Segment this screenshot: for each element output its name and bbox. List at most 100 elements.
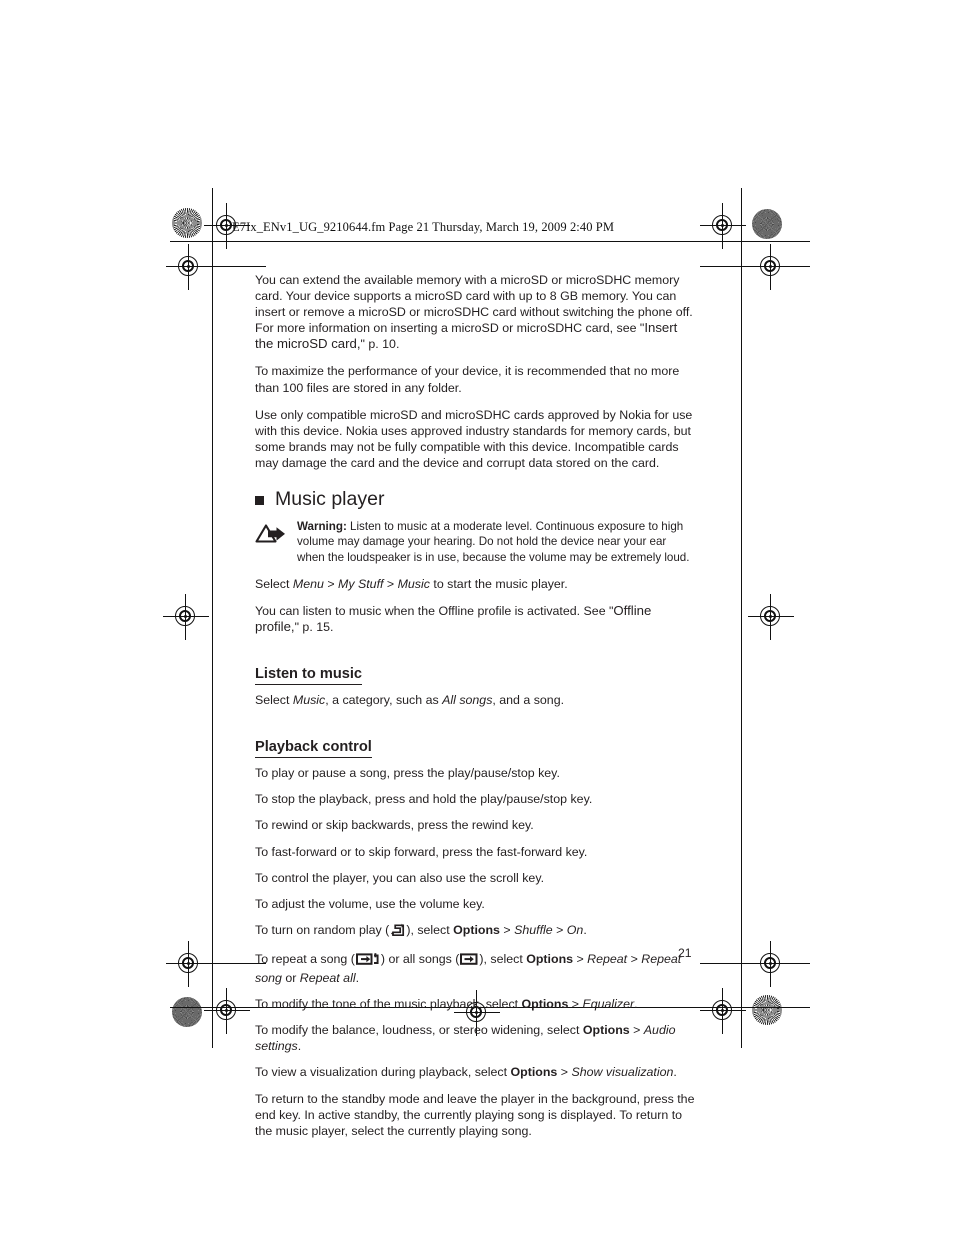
visualization-value: Show visualization (571, 1065, 674, 1080)
visualization-sep: > (557, 1065, 572, 1080)
equalizer-sep: > (568, 997, 583, 1012)
paragraph-show-visualization: To view a visualization during playback,… (255, 1064, 697, 1080)
audio-sep: > (629, 1023, 644, 1038)
paragraph-equalizer: To modify the tone of the music playback… (255, 996, 697, 1012)
shuffle-on-value: On (566, 922, 584, 937)
repeat-options: Options (526, 951, 574, 966)
listen-part-4: , and a song. (492, 693, 565, 708)
paragraph-repeat: To repeat a song ( ) or all songs ( ), sel… (255, 951, 697, 986)
listen-part-3: All songs (442, 693, 493, 708)
audio-text-a: To modify the balance, loudness, or ster… (255, 1023, 583, 1038)
select-prefix: Select (255, 576, 293, 591)
repeat-or: or (281, 971, 300, 986)
equalizer-value: Equalizer (582, 997, 635, 1012)
path-sep-1: > (323, 576, 339, 591)
path-sep-2: > (383, 576, 398, 591)
memory-text-b: " p. 10. (360, 337, 400, 352)
crop-line-inner-bottom-right (700, 963, 810, 965)
paragraph-audio-settings: To modify the balance, loudness, or ster… (255, 1022, 697, 1054)
shuffle-sep-1: > (499, 922, 515, 937)
halftone-star-target-top-left (172, 208, 202, 238)
paragraph-compatible-cards: Use only compatible microSD and microSDH… (255, 407, 693, 470)
repeat-all-icon (460, 952, 478, 970)
halftone-star-target-bottom-left (172, 997, 202, 1027)
halftone-star-target-top-right (752, 209, 782, 239)
registration-mark-top-left-inner (166, 244, 212, 290)
paragraph-volume-key: To adjust the volume, use the volume key… (255, 896, 485, 911)
shuffle-icon (390, 923, 405, 941)
shuffle-value: Shuffle (514, 922, 553, 937)
registration-mark-top-right (700, 203, 746, 249)
repeat-text-b: ) or all songs ( (380, 951, 460, 966)
repeat-sep-1: > (573, 951, 588, 966)
listen-part-1: Music (292, 693, 326, 708)
warning-label: Warning: (297, 520, 347, 534)
paragraph-stop-playback: To stop the playback, press and hold the… (255, 792, 593, 807)
visualization-end: . (673, 1065, 677, 1080)
square-bullet-icon (255, 495, 264, 505)
crop-line-left (212, 188, 214, 1048)
warning-block: Warning: Listen to music at a moderate l… (255, 519, 697, 565)
shuffle-end: . (583, 922, 587, 937)
listen-part-0: Select (255, 693, 293, 708)
registration-mark-bottom-left (204, 988, 250, 1034)
halftone-star-target-bottom-right (752, 995, 782, 1025)
paragraph-offline-profile: You can listen to music when the Offline… (255, 603, 697, 635)
repeat-text-c: ), select (479, 951, 527, 966)
registration-mark-middle-right (748, 594, 794, 640)
chapter-heading-music-player: Music player (255, 488, 697, 510)
offline-text-a: You can listen to music when the Offline… (255, 604, 614, 619)
warning-triangle-arrow-icon (255, 519, 289, 549)
paragraph-memory-card-capacity: You can extend the available memory with… (255, 272, 697, 352)
warning-text: Warning: Listen to music at a moderate l… (297, 519, 697, 565)
paragraph-scroll-key: To control the player, you can also use … (255, 870, 545, 885)
equalizer-text-a: To modify the tone of the music playback… (255, 997, 522, 1012)
menu-path-menu: Menu (292, 576, 324, 591)
sub-heading-playback-control: Playback control (255, 738, 372, 759)
paragraph-shuffle: To turn on random play ( ), select Option… (255, 922, 697, 941)
visualization-options: Options (510, 1065, 558, 1080)
registration-mark-bottom-right-inner (748, 941, 794, 987)
sub-heading-wrap-playback: Playback control (255, 719, 697, 765)
shuffle-text-a: To turn on random play ( (255, 922, 390, 937)
memory-text-a: You can extend the available memory with… (255, 273, 693, 336)
repeat-end: . (355, 971, 360, 986)
crop-line-top (170, 241, 810, 243)
shuffle-sep-2: > (552, 922, 567, 937)
page-number: 21 (678, 946, 692, 960)
paragraph-standby-mode: To return to the standby mode and leave … (255, 1091, 695, 1138)
menu-path-music: Music (397, 576, 430, 591)
equalizer-options: Options (521, 997, 569, 1012)
page-content: You can extend the available memory with… (255, 272, 697, 1150)
shuffle-options: Options (453, 922, 500, 937)
paragraph-play-pause: To play or pause a song, press the play/… (255, 766, 560, 781)
registration-mark-top-right-inner (748, 244, 794, 290)
equalizer-end: . (634, 997, 638, 1012)
chapter-title: Music player (275, 488, 385, 511)
paragraph-max-files: To maximize the performance of your devi… (255, 364, 680, 395)
registration-mark-bottom-right (700, 988, 746, 1034)
repeat-all-value: Repeat all (299, 971, 356, 986)
crop-line-inner-bottom-left (166, 963, 266, 965)
audio-end: . (297, 1039, 302, 1054)
repeat-sep-2: > (627, 951, 642, 966)
menu-path-my-stuff: My Stuff (338, 576, 384, 591)
repeat-value: Repeat (587, 951, 628, 966)
crop-line-inner-top-right (700, 266, 810, 268)
paragraph-select-music-category: Select Music, a category, such as All so… (255, 692, 697, 708)
registration-mark-bottom-left-inner (166, 941, 212, 987)
sub-heading-listen-to-music: Listen to music (255, 665, 363, 686)
offline-text-b: " p. 15. (294, 620, 334, 635)
select-suffix: to start the music player. (429, 576, 568, 591)
shuffle-text-b: ), select (406, 922, 454, 937)
listen-part-2: , a category, such as (325, 693, 443, 708)
paragraph-select-menu-path: Select Menu > My Stuff > Music to start … (255, 576, 697, 592)
visualization-text-a: To view a visualization during playback,… (255, 1065, 511, 1080)
repeat-song-icon (355, 952, 380, 970)
paragraph-fast-forward: To fast-forward or to skip forward, pres… (255, 844, 588, 859)
crop-line-right (741, 188, 743, 1048)
repeat-text-a: To repeat a song ( (255, 951, 355, 966)
warning-body: Listen to music at a moderate level. Con… (297, 520, 690, 564)
audio-options: Options (582, 1023, 630, 1038)
file-header-slug: E7Ix_ENv1_UG_9210644.fm Page 21 Thursday… (232, 220, 615, 234)
